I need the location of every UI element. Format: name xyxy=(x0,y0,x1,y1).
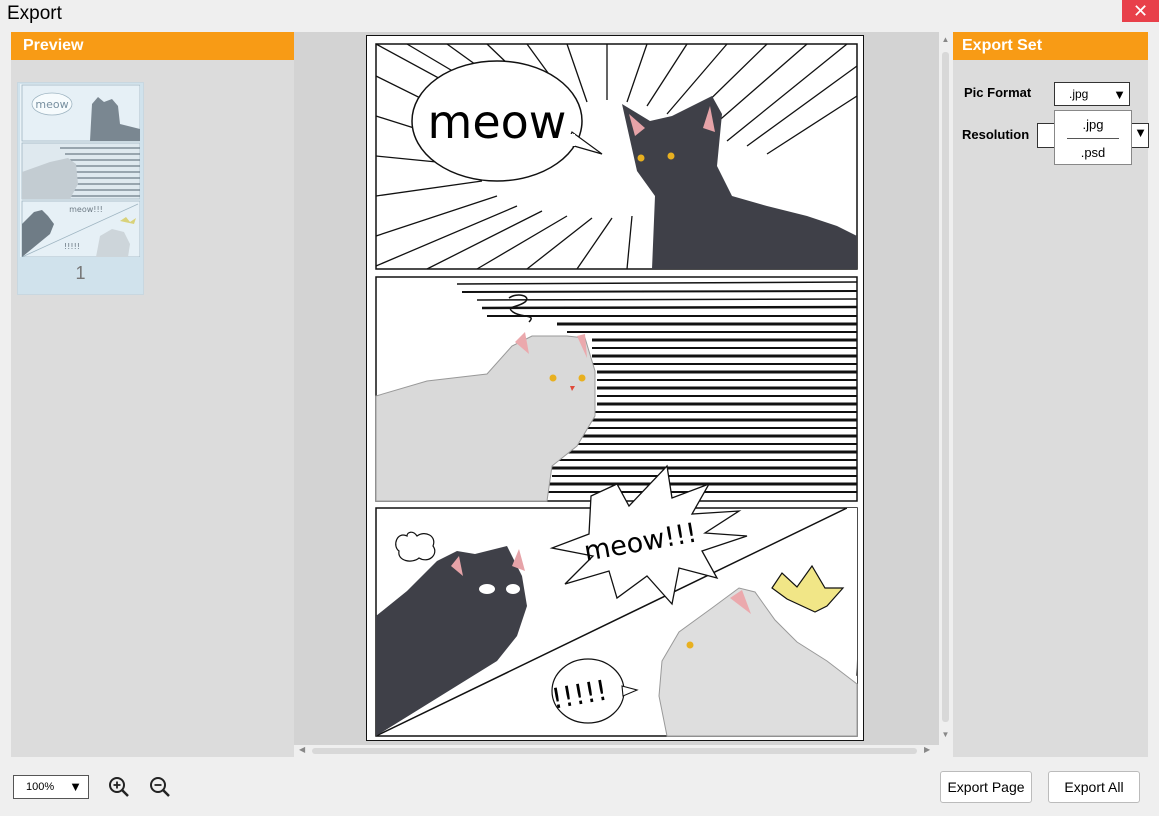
horizontal-scrollbar[interactable]: ◀ ▶ xyxy=(294,745,939,757)
vertical-scroll-thumb[interactable] xyxy=(942,52,949,722)
horizontal-scroll-thumb[interactable] xyxy=(312,748,917,754)
format-dropdown-list: .jpg .psd xyxy=(1054,110,1132,165)
preview-panel: Preview meow meow!!! !!!!! 1 xyxy=(11,32,294,757)
export-settings-header: Export Set xyxy=(953,32,1148,60)
resolution-label: Resolution xyxy=(962,127,1030,142)
comic-page-artwork: meow meow!!! !!!!! xyxy=(375,43,858,737)
window-title: Export xyxy=(7,3,62,24)
comic-page: meow meow!!! !!!!! xyxy=(366,35,864,741)
vertical-scrollbar[interactable]: ▲ ▼ xyxy=(939,32,952,745)
page-thumbnail[interactable]: meow meow!!! !!!!! 1 xyxy=(17,82,144,295)
export-settings-panel: Export Set Pic Format .jpg ▼ Resolution … xyxy=(953,32,1149,757)
zoom-value: 100% xyxy=(26,781,55,793)
preview-header: Preview xyxy=(11,32,294,60)
scroll-right-icon[interactable]: ▶ xyxy=(924,745,930,754)
zoom-in-icon[interactable] xyxy=(108,776,130,798)
chevron-down-icon: ▼ xyxy=(69,779,82,794)
export-page-button[interactable]: Export Page xyxy=(940,771,1032,803)
chevron-down-icon: ▼ xyxy=(1113,87,1126,102)
canvas-area[interactable]: meow meow!!! !!!!! xyxy=(294,32,939,745)
thumb-exclaim-text: !!!!! xyxy=(64,242,80,251)
format-option-jpg[interactable]: .jpg xyxy=(1055,111,1131,138)
thumbnail-image: meow meow!!! !!!!! xyxy=(20,84,141,258)
scroll-up-icon[interactable]: ▲ xyxy=(940,35,951,44)
preview-header-label: Preview xyxy=(23,37,84,54)
export-all-button[interactable]: Export All xyxy=(1048,771,1140,803)
pic-format-label: Pic Format xyxy=(964,85,1032,100)
scroll-left-icon[interactable]: ◀ xyxy=(299,745,305,754)
zoom-out-icon[interactable] xyxy=(149,776,171,798)
thumb-shout-text: meow!!! xyxy=(69,205,103,214)
scroll-down-icon[interactable]: ▼ xyxy=(940,730,951,739)
chevron-down-icon: ▼ xyxy=(1134,125,1147,140)
pic-format-value: .jpg xyxy=(1069,87,1089,101)
close-button[interactable]: ✕ xyxy=(1122,0,1159,22)
zoom-select[interactable]: 100% ▼ xyxy=(13,775,89,799)
pic-format-select[interactable]: .jpg ▼ xyxy=(1054,82,1130,106)
export-settings-header-label: Export Set xyxy=(962,37,1043,54)
close-icon: ✕ xyxy=(1132,1,1149,21)
thumbnail-page-number: 1 xyxy=(75,263,86,283)
title-bar: Export ✕ xyxy=(0,0,1159,30)
panel1-bubble-text: meow xyxy=(428,95,567,149)
thumb-bubble-text: meow xyxy=(35,98,68,111)
format-option-psd[interactable]: .psd xyxy=(1055,139,1131,166)
